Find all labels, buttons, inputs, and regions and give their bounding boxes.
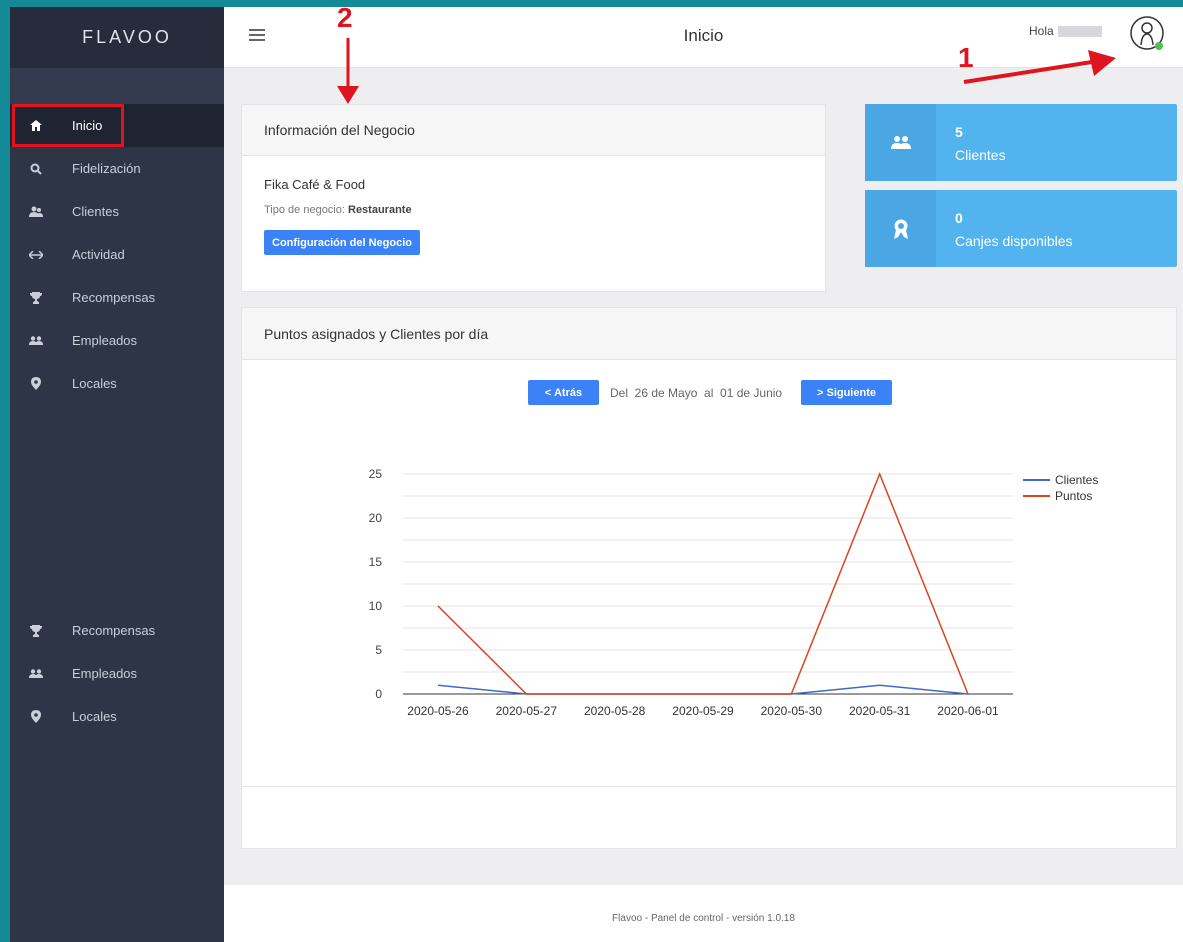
business-name: Fika Café & Food — [264, 177, 366, 192]
sidebar-item-empleados[interactable]: Empleados — [10, 319, 224, 362]
users-icon — [865, 104, 936, 181]
legend-label-clientes: Clientes — [1055, 473, 1098, 487]
arrows-icon — [10, 250, 56, 259]
redacted-username — [1057, 26, 1102, 38]
online-status-dot — [1155, 42, 1163, 50]
sidebar-item-label: Inicio — [72, 118, 103, 133]
business-config-button[interactable]: Configuración del Negocio — [264, 230, 420, 255]
sidebar-item-label: Empleados — [72, 666, 138, 681]
business-type: Tipo de negocio: Restaurante — [264, 204, 412, 216]
business-info-card: Información del Negocio Fika Café & Food… — [241, 104, 826, 292]
sidebar-item-label: Recompensas — [72, 623, 156, 638]
footer: Flavoo - Panel de control - versión 1.0.… — [224, 885, 1183, 942]
date-range-text: Del 26 de Mayo al 01 de Junio — [610, 386, 783, 400]
users-icon — [10, 206, 56, 218]
group-icon — [10, 335, 56, 346]
search-icon — [10, 163, 56, 175]
main-area: Inicio Hola Información del Negocio Fika… — [224, 7, 1183, 942]
sidebar: FLAVOO Inicio Fidelización Clientes Activid… — [10, 7, 224, 942]
x-tick-label: 2020-05-26 — [407, 704, 469, 718]
line-chart: 0 5 10 15 20 25 2020-05-26 2020-05-27 2020-05-28… — [369, 467, 1099, 718]
sidebar-item-label: Recompensas — [72, 290, 156, 305]
y-tick-label: 15 — [369, 555, 383, 569]
stat-label: Canjes disponibles — [955, 233, 1073, 249]
next-week-button[interactable]: > Siguiente — [801, 380, 892, 405]
y-tick-label: 10 — [369, 599, 383, 613]
x-tick-label: 2020-06-01 — [937, 704, 999, 718]
annotation-arrow-right-icon — [963, 50, 1116, 84]
trophy-icon — [10, 291, 56, 304]
sidebar-item-empleados[interactable]: Empleados — [10, 652, 224, 695]
trophy-icon — [10, 624, 56, 637]
sidebar-item-recompensas[interactable]: Recompensas — [10, 609, 224, 652]
business-type-value: Restaurante — [348, 204, 412, 216]
stat-card-canjes[interactable]: 0 Canjes disponibles — [865, 190, 1177, 267]
sidebar-item-label: Actividad — [72, 247, 125, 262]
stat-value: 5 — [955, 124, 963, 140]
award-icon — [865, 190, 936, 267]
sidebar-item-label: Clientes — [72, 204, 119, 219]
sidebar-item-actividad[interactable]: Actividad — [10, 233, 224, 276]
x-tick-label: 2020-05-30 — [761, 704, 823, 718]
sidebar-item-label: Empleados — [72, 333, 138, 348]
user-greeting: Hola — [1029, 24, 1102, 38]
home-icon — [10, 120, 56, 131]
stat-value: 0 — [955, 210, 963, 226]
y-tick-label: 5 — [375, 643, 382, 657]
sidebar-item-label: Locales — [72, 709, 117, 724]
brand-name: FLAVOO — [82, 27, 172, 47]
sidebar-item-fidelizacin[interactable]: Fidelización — [10, 147, 224, 190]
sidebar-nav: Inicio Fidelización Clientes Actividad Recom… — [10, 104, 224, 405]
x-tick-label: 2020-05-27 — [496, 704, 558, 718]
sidebar-item-locales[interactable]: Locales — [10, 695, 224, 738]
sidebar-item-recompensas[interactable]: Recompensas — [10, 276, 224, 319]
previous-week-button[interactable]: < Atrás — [528, 380, 599, 405]
sidebar-item-locales[interactable]: Locales — [10, 362, 224, 405]
business-type-label: Tipo de negocio: — [264, 204, 345, 216]
x-tick-label: 2020-05-28 — [584, 704, 646, 718]
series-line-clientes — [437, 684, 969, 695]
chart-card: Puntos asignados y Clientes por día < At… — [241, 307, 1177, 849]
sidebar-item-label: Fidelización — [72, 161, 141, 176]
y-tick-label: 25 — [369, 467, 383, 481]
group-icon — [10, 668, 56, 679]
chart-footer-divider — [242, 786, 1176, 787]
y-tick-label: 20 — [369, 511, 383, 525]
sidebar-item-clientes[interactable]: Clientes — [10, 190, 224, 233]
map-pin-icon — [10, 710, 56, 723]
sidebar-nav-lower: Recompensas Empleados Locales — [10, 609, 224, 738]
x-tick-label: 2020-05-31 — [849, 704, 911, 718]
chart-heading: Puntos asignados y Clientes por día — [242, 308, 1176, 360]
stat-card-clientes[interactable]: 5 Clientes — [865, 104, 1177, 181]
date-navigator: < Atrás Del 26 de Mayo al 01 de Junio > … — [242, 380, 1176, 406]
annotation-arrow-down-icon — [337, 38, 359, 104]
sidebar-item-inicio[interactable]: Inicio — [10, 104, 224, 147]
x-tick-label: 2020-05-29 — [672, 704, 734, 718]
greeting-text: Hola — [1029, 24, 1054, 38]
y-tick-label: 0 — [375, 687, 382, 701]
sidebar-spacer — [10, 68, 224, 104]
brand-logo[interactable]: FLAVOO — [10, 7, 224, 68]
annotation-number-2: 2 — [337, 2, 353, 33]
sidebar-item-label: Locales — [72, 376, 117, 391]
map-pin-icon — [10, 377, 56, 390]
stat-label: Clientes — [955, 147, 1006, 163]
business-info-heading: Información del Negocio — [242, 105, 825, 156]
legend-label-puntos: Puntos — [1055, 489, 1092, 503]
